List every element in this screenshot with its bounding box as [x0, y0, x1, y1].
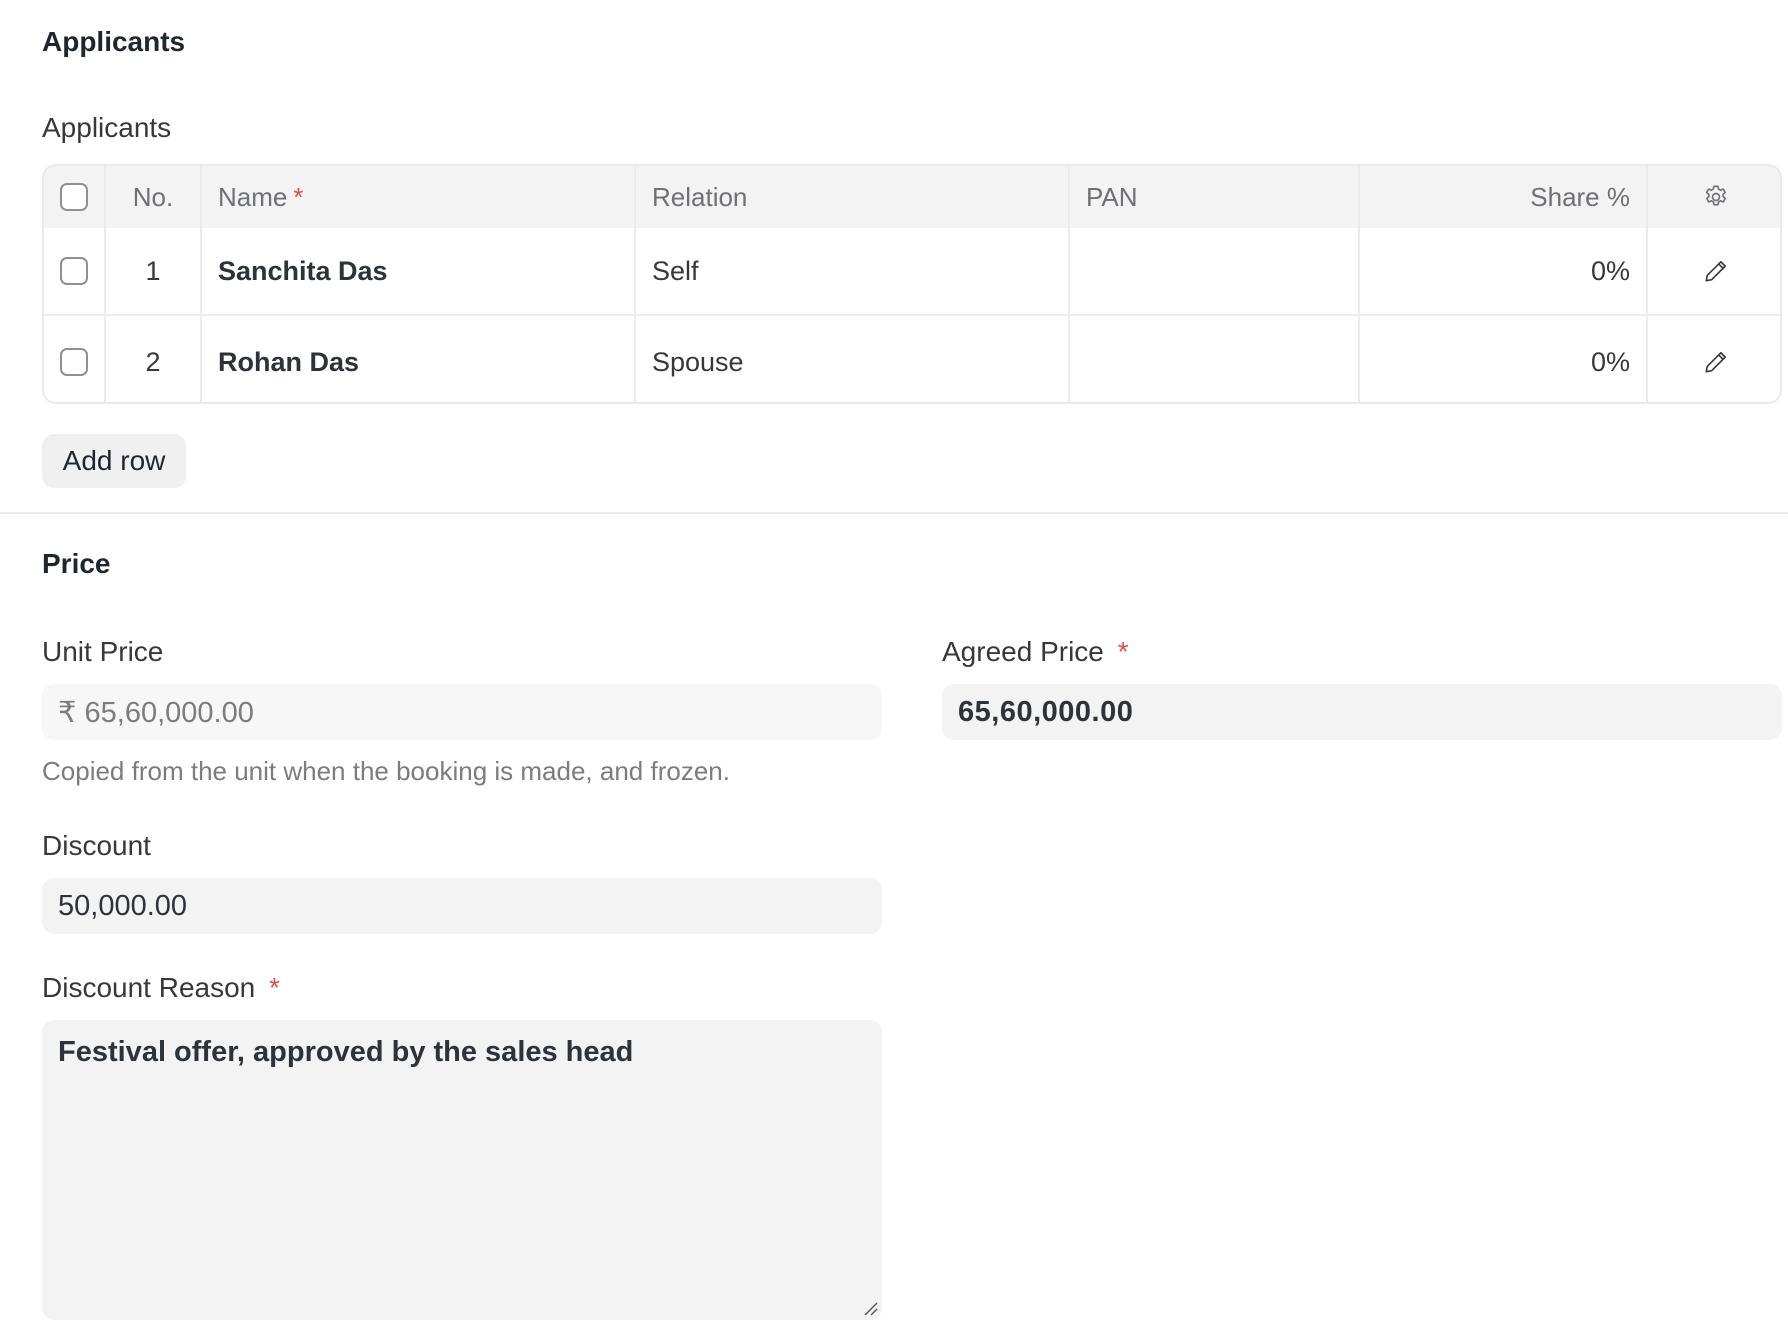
cell-share[interactable]: 0% — [1360, 318, 1646, 402]
grid-settings-button[interactable] — [1648, 166, 1780, 228]
cell-pan[interactable] — [1070, 318, 1358, 402]
column-divider — [1068, 166, 1070, 402]
edit-row-button[interactable] — [1648, 318, 1780, 402]
applicants-grid: No. Name * Relation PAN Share % 1 Sanchi… — [42, 164, 1782, 404]
cell-pan[interactable] — [1070, 228, 1358, 314]
header-name[interactable]: Name * — [202, 166, 634, 228]
gear-icon — [1705, 185, 1727, 206]
agreed-price-field[interactable]: 65,60,000.00 — [942, 684, 1782, 740]
cell-relation[interactable]: Spouse — [636, 318, 1068, 402]
header-pan[interactable]: PAN — [1070, 166, 1358, 228]
column-divider — [200, 166, 202, 402]
column-divider — [104, 166, 106, 402]
cell-share[interactable]: 0% — [1360, 228, 1646, 314]
row-select-cell — [44, 318, 104, 402]
unit-price-field: ₹ 65,60,000.00 — [42, 684, 882, 740]
row-number: 1 — [145, 255, 161, 286]
required-marker: * — [293, 181, 304, 212]
header-name-label: Name — [218, 181, 288, 212]
section-divider — [0, 512, 1788, 514]
discount-reason-label-text: Discount Reason — [42, 972, 256, 1003]
resize-handle-icon[interactable] — [862, 1300, 878, 1316]
add-row-button[interactable]: Add row — [42, 434, 186, 488]
header-share[interactable]: Share % — [1360, 166, 1646, 228]
column-divider — [1358, 166, 1360, 402]
section-title-price: Price — [42, 548, 111, 579]
header-relation[interactable]: Relation — [636, 166, 1068, 228]
cell-relation[interactable]: Self — [636, 228, 1068, 314]
section-title-applicants: Applicants — [42, 26, 186, 57]
table-row[interactable]: 2 Rohan Das Spouse 0% — [44, 318, 1780, 402]
row-select-cell — [44, 228, 104, 314]
applicants-table-label: Applicants — [42, 112, 172, 143]
table-row[interactable]: 1 Sanchita Das Self 0% — [44, 228, 1780, 316]
row-number: 2 — [145, 346, 161, 377]
discount-reason-textarea[interactable]: Festival offer, approved by the sales he… — [42, 1020, 882, 1320]
required-marker: * — [269, 972, 280, 1003]
cell-name[interactable]: Sanchita Das — [202, 228, 634, 314]
discount-reason-label: Discount Reason * — [42, 972, 280, 1004]
unit-price-help: Copied from the unit when the booking is… — [42, 756, 730, 786]
column-divider — [634, 166, 636, 402]
select-all-checkbox[interactable] — [60, 183, 88, 211]
required-marker: * — [1117, 636, 1129, 667]
pencil-icon — [1705, 351, 1727, 373]
discount-reason-text: Festival offer, approved by the sales he… — [58, 1036, 634, 1068]
row-checkbox[interactable] — [60, 257, 88, 285]
grid-header: No. Name * Relation PAN Share % — [44, 166, 1780, 228]
discount-field[interactable]: 50,000.00 — [42, 878, 882, 934]
column-divider — [1646, 166, 1648, 402]
edit-row-button[interactable] — [1648, 228, 1780, 314]
unit-price-label: Unit Price — [42, 636, 164, 667]
header-no: No. — [132, 181, 174, 212]
row-checkbox[interactable] — [60, 348, 88, 376]
agreed-price-label-text: Agreed Price — [942, 636, 1104, 667]
pencil-icon — [1705, 260, 1727, 282]
discount-label: Discount — [42, 830, 151, 861]
agreed-price-label: Agreed Price * — [942, 636, 1129, 668]
cell-name[interactable]: Rohan Das — [202, 318, 634, 402]
header-select-all-cell — [44, 166, 104, 228]
